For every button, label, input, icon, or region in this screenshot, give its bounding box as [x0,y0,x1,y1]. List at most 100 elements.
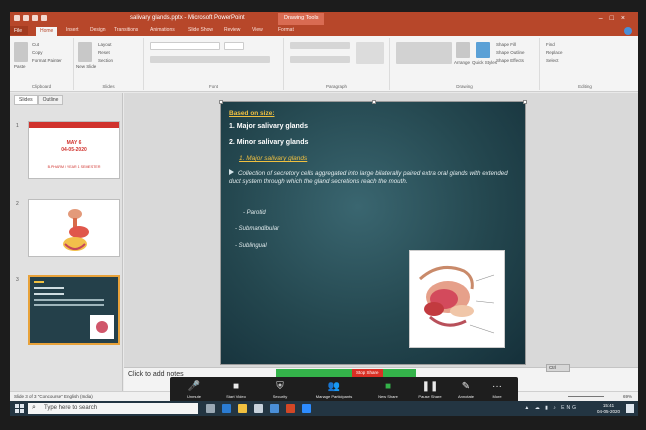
zoom-slider[interactable] [568,396,604,397]
slide-point-2: 2. Minor salivary glands [229,139,309,146]
task-view-icon[interactable] [206,404,215,413]
paste-button[interactable]: Paste [14,64,26,69]
slide-paragraph: Collection of secretory cells aggregated… [229,169,519,187]
window-controls[interactable]: –□× [599,15,632,22]
tab-slide-show[interactable]: Slide Show [188,27,213,33]
tab-slides[interactable]: Slides [14,95,38,105]
shape-fill-button[interactable]: Shape Fill [496,42,516,47]
quick-access-toolbar[interactable] [14,15,54,23]
edge-icon[interactable] [222,404,231,413]
clipboard-group-label: Clipboard [31,84,52,89]
slide-point-1: 1. Major salivary glands [229,123,308,130]
help-icon[interactable] [624,27,632,35]
thumb-subtitle: B.PHARM / YEAR 1 SEMESTER [47,165,101,169]
font-name-box[interactable] [150,42,220,50]
slide-thumbnail-1[interactable]: MAY 6 04-05-2020 B.PHARM / YEAR 1 SEMEST… [28,121,120,179]
replace-button[interactable]: Replace [546,50,563,55]
list-icons[interactable] [290,42,350,49]
thumb-text-line [34,287,64,289]
participants-icon: 👥 [327,381,341,392]
cut-button[interactable]: Cut [32,42,39,47]
section-button[interactable]: Section [98,58,113,63]
tab-home[interactable]: Home [36,27,58,36]
group-clipboard: Paste Cut Copy Format Painter Clipboard [10,38,74,90]
window-title: salivary glands.pptx - Microsoft PowerPo… [130,15,245,21]
powerpoint-taskbar-icon[interactable] [286,404,295,413]
font-size-box[interactable] [224,42,244,50]
select-button[interactable]: Select [546,58,559,63]
copy-button[interactable]: Copy [32,50,43,55]
zoom-level[interactable]: 69% [623,394,632,399]
notification-icon[interactable] [626,404,634,413]
alignment-icons[interactable] [290,56,350,63]
taskbar-search-box[interactable]: ⌕ Type here to search [28,403,198,414]
salivary-gland-diagram[interactable] [409,250,505,348]
shape-outline-button[interactable]: Shape Outline [496,50,525,55]
file-explorer-icon[interactable] [238,404,247,413]
quick-styles-icon[interactable] [476,42,490,58]
tab-view[interactable]: View [252,27,263,33]
resize-handle[interactable] [523,100,527,104]
resize-handle[interactable] [219,100,223,104]
slides-group-label: Slides [102,84,115,89]
zoom-taskbar-icon[interactable] [302,404,311,413]
text-direction-icons[interactable] [356,42,384,64]
slide-thumbnail-3[interactable] [28,275,120,345]
search-icon: ⌕ [32,404,36,411]
screen: salivary glands.pptx - Microsoft PowerPo… [10,12,638,416]
tab-design[interactable]: Design [90,27,106,33]
ribbon: Paste Cut Copy Format Painter Clipboard … [10,36,638,92]
paste-options-tag[interactable]: Ctrl [546,364,570,372]
shapes-gallery[interactable] [396,42,452,64]
new-slide-icon[interactable] [78,42,92,62]
format-painter-button[interactable]: Format Painter [32,58,62,63]
slide-thumbnail-2[interactable] [28,199,120,257]
windows-start-icon[interactable] [15,404,24,413]
tab-outline[interactable]: Outline [37,95,64,105]
quick-styles-button[interactable]: Quick Styles [472,60,497,65]
screen-share-banner: Stop Share [276,369,416,377]
microphone-icon: 🎤 [187,381,201,392]
store-icon[interactable] [254,404,263,413]
font-formatting-icons[interactable] [150,56,270,63]
arrange-button[interactable]: Arrange [454,60,470,65]
tab-insert[interactable]: Insert [66,27,79,33]
digestive-system-image [63,209,89,251]
layout-button[interactable]: Layout [98,42,112,47]
security-label: Security [272,394,288,399]
anatomy-illustration [418,265,495,334]
group-drawing: Arrange Quick Styles Shape Fill Shape Ou… [390,38,540,90]
language-indicator[interactable]: ENG [561,405,578,411]
editing-group-label: Editing [578,84,592,89]
tab-review[interactable]: Review [224,27,240,33]
thumb-text-line [34,293,64,295]
resize-handle[interactable] [372,100,376,104]
group-slides: New Slide Layout Reset Section Slides [74,38,144,90]
group-paragraph: Paragraph [284,38,390,90]
tab-transitions[interactable]: Transitions [114,27,138,33]
shape-effects-button[interactable]: Shape Effects [496,58,524,63]
tab-file[interactable]: File [10,26,28,35]
drawing-group-label: Drawing [456,84,473,89]
start-video-label: Start Video [226,394,246,399]
bullet-arrow-icon [229,169,234,175]
paste-icon[interactable] [14,42,28,62]
group-font: Font [144,38,284,90]
mail-icon[interactable] [270,404,279,413]
tab-format[interactable]: Format [278,27,294,33]
windows-taskbar: ⌕ Type here to search ▲ ☁ ▮ ♪ ENG 15:41 0… [10,401,638,416]
new-slide-button[interactable]: New Slide [76,64,96,69]
camera-off-icon: ■ [232,381,240,392]
slide-list-item-sublingual: - Sublingual [235,243,267,249]
tab-animations[interactable]: Animations [150,27,175,33]
participants-label: Manage Participants [315,394,353,399]
paragraph-group-label: Paragraph [325,84,347,89]
taskbar-clock[interactable]: 15:41 04-05-2020 [597,403,620,414]
slide-number: 1 [16,123,19,129]
reset-button[interactable]: Reset [98,50,110,55]
current-slide[interactable]: Based on size: 1. Major salivary glands … [219,100,527,365]
find-button[interactable]: Find [546,42,555,47]
stop-share-button[interactable]: Stop Share [352,369,383,377]
system-tray[interactable]: ▲ ☁ ▮ ♪ ENG [524,405,578,411]
arrange-icon[interactable] [456,42,470,58]
